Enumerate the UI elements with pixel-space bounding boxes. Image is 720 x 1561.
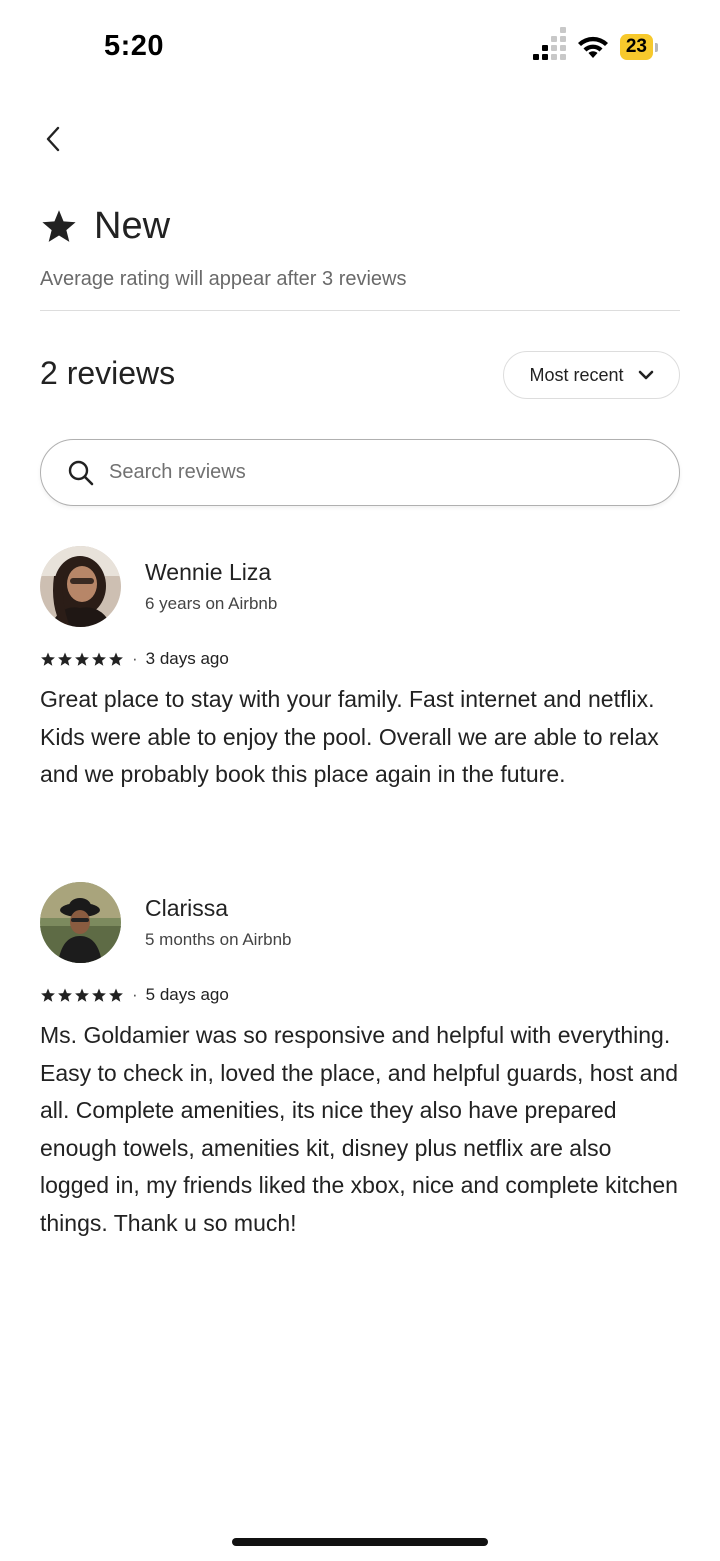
sort-dropdown[interactable]: Most recent bbox=[503, 351, 680, 399]
reviewer-info: Clarissa 5 months on Airbnb bbox=[145, 895, 291, 950]
review-text: Great place to stay with your family. Fa… bbox=[40, 686, 659, 788]
search-input[interactable] bbox=[109, 461, 629, 484]
battery-level: 23 bbox=[619, 34, 653, 60]
status-icons: 23 bbox=[532, 27, 658, 60]
review-text: Ms. Goldamier was so responsive and help… bbox=[40, 1022, 679, 1236]
star-icon bbox=[109, 988, 123, 1002]
star-icon bbox=[92, 988, 106, 1002]
reviewer-tenure: 5 months on Airbnb bbox=[145, 930, 292, 949]
review-meta: · 5 days ago bbox=[40, 985, 680, 1005]
rating-label: New bbox=[94, 205, 171, 247]
reviewer-name: Wennie Liza bbox=[145, 559, 272, 585]
chevron-down-icon bbox=[638, 370, 653, 380]
review-header: Wennie Liza 6 years on Airbnb bbox=[40, 546, 680, 627]
separator-dot: · bbox=[132, 649, 138, 668]
divider bbox=[40, 310, 680, 311]
cellular-signal-icon bbox=[532, 27, 566, 60]
search-bar[interactable] bbox=[40, 439, 680, 506]
star-rating bbox=[40, 988, 124, 1003]
review-item: Clarissa 5 months on Airbnb · 5 days ago… bbox=[40, 882, 680, 1243]
review-date: 5 days ago bbox=[145, 985, 229, 1004]
reviews-count: 2 reviews bbox=[40, 355, 176, 391]
status-time: 5:20 bbox=[104, 30, 165, 62]
star-icon bbox=[42, 209, 76, 242]
avatar[interactable] bbox=[40, 882, 121, 963]
star-icon bbox=[109, 652, 123, 666]
reviewer-info: Wennie Liza 6 years on Airbnb bbox=[145, 559, 277, 614]
star-icon bbox=[58, 652, 72, 666]
star-icon bbox=[58, 988, 72, 1002]
reviews-screen: 5:20 23 New Average rating will appear a… bbox=[0, 0, 720, 1561]
back-button[interactable] bbox=[36, 120, 70, 158]
battery-nub bbox=[655, 42, 658, 52]
avatar[interactable] bbox=[40, 546, 121, 627]
rating-subtitle: Average rating will appear after 3 revie… bbox=[40, 268, 407, 290]
star-icon bbox=[92, 652, 106, 666]
review-header: Clarissa 5 months on Airbnb bbox=[40, 882, 680, 963]
reviewer-tenure: 6 years on Airbnb bbox=[145, 594, 278, 613]
review-meta: · 3 days ago bbox=[40, 649, 680, 669]
review-date: 3 days ago bbox=[145, 649, 229, 668]
reviewer-name: Clarissa bbox=[145, 895, 229, 921]
star-icon bbox=[41, 652, 55, 666]
star-rating bbox=[40, 652, 124, 667]
wifi-icon bbox=[577, 36, 608, 58]
star-icon bbox=[41, 988, 55, 1002]
search-icon bbox=[68, 460, 94, 485]
home-indicator[interactable] bbox=[232, 1538, 488, 1546]
separator-dot: · bbox=[132, 985, 138, 1004]
sort-label: Most recent bbox=[529, 364, 624, 385]
star-icon bbox=[75, 652, 89, 666]
rating-header: New bbox=[40, 205, 170, 248]
chevron-left-icon bbox=[46, 126, 60, 152]
star-icon bbox=[75, 988, 89, 1002]
review-item: Wennie Liza 6 years on Airbnb · 3 days a… bbox=[40, 546, 680, 794]
